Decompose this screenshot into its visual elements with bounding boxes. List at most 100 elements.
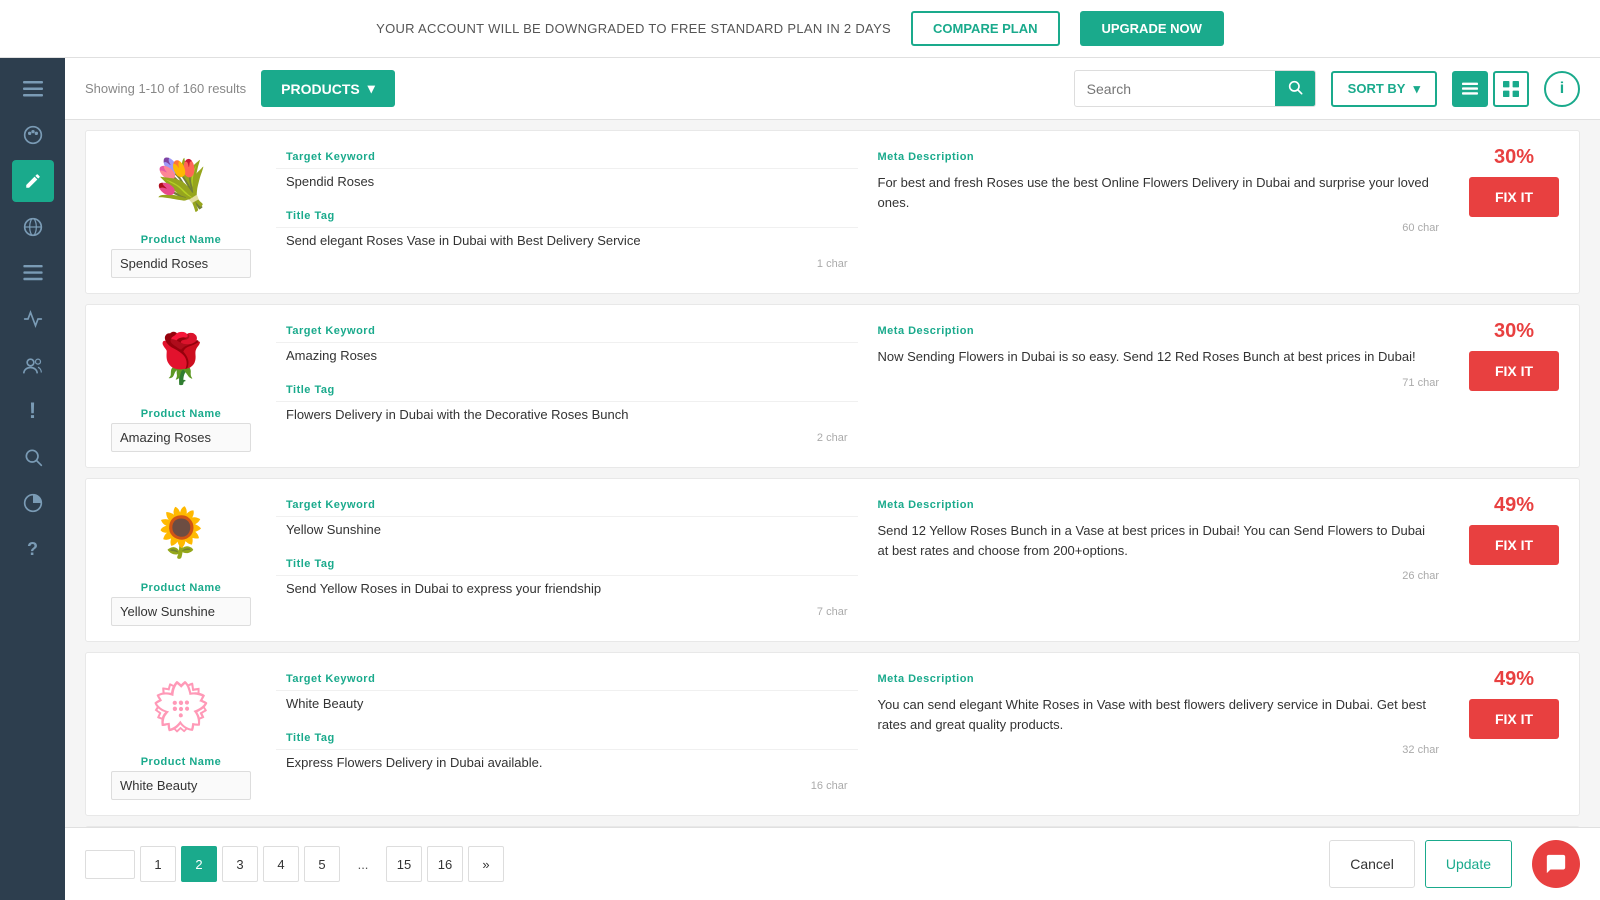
page-16-button[interactable]: 16 <box>427 846 463 882</box>
product-image-area: 🌻 Product Name Yellow Sunshine <box>101 494 261 626</box>
results-count: Showing 1-10 of 160 results <box>85 81 246 96</box>
sidebar-layers-icon[interactable] <box>12 252 54 294</box>
sidebar-menu-icon[interactable] <box>12 68 54 110</box>
sidebar-alert-icon[interactable]: ! <box>12 390 54 432</box>
list-view-button[interactable] <box>1452 71 1488 107</box>
meta-description-value: You can send elegant White Roses in Vase… <box>868 690 1450 742</box>
title-tag-value: Send elegant Roses Vase in Dubai with Be… <box>276 227 858 256</box>
target-keyword-value: White Beauty <box>276 690 858 719</box>
fix-it-button[interactable]: FIX IT <box>1469 525 1559 565</box>
page-15-button[interactable]: 15 <box>386 846 422 882</box>
info-button[interactable]: i <box>1544 71 1580 107</box>
page-next-button[interactable]: » <box>468 846 504 882</box>
cancel-button[interactable]: Cancel <box>1329 840 1415 888</box>
page-5-button[interactable]: 5 <box>304 846 340 882</box>
product-row: 🌻 Product Name Yellow Sunshine Target Ke… <box>85 478 1580 642</box>
title-tag-label: Title Tag <box>276 727 858 749</box>
meta-description-value: For best and fresh Roses use the best On… <box>868 168 1450 220</box>
left-fields: Target Keyword Amazing Roses Title Tag F… <box>276 320 858 449</box>
right-panel: 49% FIX IT <box>1464 494 1564 565</box>
sidebar-chart-icon[interactable] <box>12 298 54 340</box>
page-input[interactable] <box>85 850 135 879</box>
meta-char: 71 char <box>868 375 1450 394</box>
sort-button[interactable]: SORT BY ▾ <box>1331 71 1437 107</box>
product-name-value: Yellow Sunshine <box>111 597 251 626</box>
grid-view-button[interactable] <box>1493 71 1529 107</box>
upgrade-now-button[interactable]: UPGRADE NOW <box>1080 11 1224 46</box>
page-3-button[interactable]: 3 <box>222 846 258 882</box>
target-keyword-label: Target Keyword <box>276 494 858 516</box>
title-tag-label: Title Tag <box>276 379 858 401</box>
product-name-value: Amazing Roses <box>111 423 251 452</box>
center-fields: Target Keyword Yellow Sunshine Title Tag… <box>276 494 1449 623</box>
sidebar-help-icon[interactable]: ? <box>12 528 54 570</box>
product-image-area: 💮 Product Name White Beauty <box>101 668 261 800</box>
right-panel: 30% FIX IT <box>1464 146 1564 217</box>
product-row: 🌹 Product Name Amazing Roses Target Keyw… <box>85 304 1580 468</box>
meta-description-label: Meta Description <box>868 668 1450 690</box>
meta-description-value: Send 12 Yellow Roses Bunch in a Vase at … <box>868 516 1450 568</box>
right-panel: 30% FIX IT <box>1464 320 1564 391</box>
fix-it-button[interactable]: FIX IT <box>1469 351 1559 391</box>
fix-it-button[interactable]: FIX IT <box>1469 177 1559 217</box>
chat-button[interactable] <box>1532 840 1580 888</box>
score-badge: 49% <box>1494 668 1534 691</box>
target-keyword-label: Target Keyword <box>276 146 858 168</box>
left-fields: Target Keyword White Beauty Title Tag Ex… <box>276 668 858 797</box>
title-char: 1 char <box>276 256 858 275</box>
product-name-value: Spendid Roses <box>111 249 251 278</box>
meta-description-label: Meta Description <box>868 494 1450 516</box>
products-button[interactable]: PRODUCTS ▾ <box>261 70 395 107</box>
sidebar-edit-icon[interactable] <box>12 160 54 202</box>
sidebar: ! ? <box>0 58 65 900</box>
title-char: 7 char <box>276 604 858 623</box>
score-badge: 30% <box>1494 146 1534 169</box>
page-1-button[interactable]: 1 <box>140 846 176 882</box>
title-tag-value: Send Yellow Roses in Dubai to express yo… <box>276 575 858 604</box>
view-toggle <box>1452 71 1529 107</box>
product-row: 💮 Product Name White Beauty Target Keywo… <box>85 652 1580 816</box>
top-banner: YOUR ACCOUNT WILL BE DOWNGRADED TO FREE … <box>0 0 1600 58</box>
compare-plan-button[interactable]: COMPARE PLAN <box>911 11 1059 46</box>
page-dots: ... <box>345 846 381 882</box>
target-keyword-value: Spendid Roses <box>276 168 858 197</box>
meta-description-value: Now Sending Flowers in Dubai is so easy.… <box>868 342 1450 375</box>
banner-message: YOUR ACCOUNT WILL BE DOWNGRADED TO FREE … <box>376 21 891 36</box>
sort-arrow-icon: ▾ <box>1413 81 1420 97</box>
title-char: 16 char <box>276 778 858 797</box>
product-image-area: 💐 Product Name Spendid Roses <box>101 146 261 278</box>
search-input[interactable] <box>1075 73 1275 105</box>
product-image-area: 🌹 Product Name Amazing Roses <box>101 320 261 452</box>
center-fields: Target Keyword White Beauty Title Tag Ex… <box>276 668 1449 797</box>
page-2-button[interactable]: 2 <box>181 846 217 882</box>
sidebar-users-icon[interactable] <box>12 344 54 386</box>
search-button[interactable] <box>1275 71 1315 106</box>
update-button[interactable]: Update <box>1425 840 1512 888</box>
product-name-label: Product Name <box>141 408 222 420</box>
sidebar-search-icon[interactable] <box>12 436 54 478</box>
right-panel: 49% FIX IT <box>1464 668 1564 739</box>
product-name-label: Product Name <box>141 582 222 594</box>
page-4-button[interactable]: 4 <box>263 846 299 882</box>
sidebar-pie-icon[interactable] <box>12 482 54 524</box>
right-meta: Meta Description Send 12 Yellow Roses Bu… <box>868 494 1450 623</box>
product-list: 💐 Product Name Spendid Roses Target Keyw… <box>65 120 1600 827</box>
product-image: 💮 <box>141 668 221 748</box>
title-tag-label: Title Tag <box>276 205 858 227</box>
pagination-actions: Cancel Update <box>1329 840 1580 888</box>
product-image: 💐 <box>141 146 221 226</box>
toolbar: Showing 1-10 of 160 results PRODUCTS ▾ S… <box>65 58 1600 120</box>
sidebar-globe-icon[interactable] <box>12 206 54 248</box>
left-fields: Target Keyword Yellow Sunshine Title Tag… <box>276 494 858 623</box>
left-fields: Target Keyword Spendid Roses Title Tag S… <box>276 146 858 275</box>
right-meta: Meta Description For best and fresh Rose… <box>868 146 1450 275</box>
target-keyword-label: Target Keyword <box>276 668 858 690</box>
sidebar-palette-icon[interactable] <box>12 114 54 156</box>
score-badge: 30% <box>1494 320 1534 343</box>
product-name-label: Product Name <box>141 756 222 768</box>
fix-it-button[interactable]: FIX IT <box>1469 699 1559 739</box>
center-fields: Target Keyword Amazing Roses Title Tag F… <box>276 320 1449 449</box>
product-row: 💐 Product Name Spendid Roses Target Keyw… <box>85 130 1580 294</box>
title-tag-value: Flowers Delivery in Dubai with the Decor… <box>276 401 858 430</box>
product-name-value: White Beauty <box>111 771 251 800</box>
